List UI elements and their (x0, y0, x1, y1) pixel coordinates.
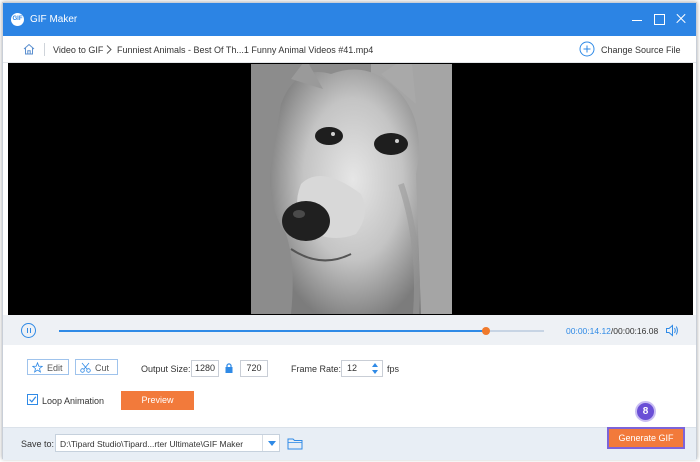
preview-button[interactable]: Preview (121, 391, 194, 410)
playback-bar: 00:00:14.12/00:00:16.08 (3, 315, 696, 345)
breadcrumb: Video to GIF Funniest Animals - Best Of … (3, 36, 696, 63)
edit-label: Edit (47, 363, 63, 373)
breadcrumb-video-to-gif[interactable]: Video to GIF (53, 45, 103, 55)
save-path-value: D:\Tipard Studio\Tipard...rter Ultimate\… (60, 439, 244, 449)
step-number-badge: 8 (635, 401, 656, 422)
footer-bar: Save to: D:\Tipard Studio\Tipard...rter … (3, 427, 696, 460)
gif-app-icon: GIF (11, 13, 24, 26)
gif-maker-window: GIF GIF Maker Video to GIF Funniest Anim… (2, 2, 697, 460)
chevron-down-icon[interactable] (262, 435, 280, 451)
lock-icon[interactable] (224, 362, 234, 374)
volume-icon[interactable] (665, 324, 679, 337)
maximize-button[interactable] (651, 11, 667, 27)
save-to-label: Save to: (21, 439, 55, 449)
time-display: 00:00:14.12/00:00:16.08 (566, 326, 658, 336)
breadcrumb-file-name: Funniest Animals - Best Of Th...1 Funny … (117, 45, 374, 55)
minimize-button[interactable] (629, 11, 645, 27)
home-icon[interactable] (22, 42, 36, 56)
save-path-dropdown[interactable]: D:\Tipard Studio\Tipard...rter Ultimate\… (55, 434, 280, 452)
edit-star-icon (32, 362, 43, 373)
chevron-right-icon (106, 45, 112, 54)
folder-icon[interactable] (287, 437, 303, 450)
frame-rate-spinner-icon[interactable] (370, 360, 380, 377)
scissors-icon (80, 362, 91, 373)
dog-face-image (251, 64, 452, 314)
video-frame-image (251, 64, 452, 314)
video-preview (8, 63, 693, 315)
pause-button[interactable] (21, 323, 36, 338)
window-title: GIF Maker (30, 14, 78, 25)
gif-settings-panel: Edit Cut Output Size: 1280 720 Frame Rat… (3, 345, 696, 427)
output-size-label: Output Size: (141, 364, 191, 374)
cut-label: Cut (95, 363, 110, 373)
output-width-input[interactable]: 1280 (191, 360, 219, 377)
close-button[interactable] (673, 11, 689, 27)
generate-gif-button[interactable]: Generate GIF (607, 427, 685, 449)
title-bar: GIF GIF Maker (3, 3, 696, 36)
breadcrumb-divider (44, 43, 45, 56)
fps-unit-label: fps (387, 364, 400, 374)
change-source-label: Change Source File (601, 45, 681, 55)
current-time: 00:00:14.12 (566, 326, 611, 336)
progress-thumb[interactable] (481, 327, 490, 335)
progress-fill (59, 330, 486, 332)
output-height-input[interactable]: 720 (240, 360, 268, 377)
loop-animation-checkbox[interactable] (27, 394, 38, 405)
total-time: 00:00:16.08 (613, 326, 659, 336)
cut-button[interactable]: Cut (75, 359, 118, 375)
frame-rate-value: 12 (347, 363, 358, 373)
loop-animation-label: Loop Animation (42, 396, 105, 406)
frame-rate-label: Frame Rate: (291, 364, 342, 374)
checkmark-icon (29, 396, 37, 403)
edit-button[interactable]: Edit (27, 359, 69, 375)
progress-slider[interactable] (59, 327, 544, 335)
plus-circle-icon (579, 41, 595, 57)
